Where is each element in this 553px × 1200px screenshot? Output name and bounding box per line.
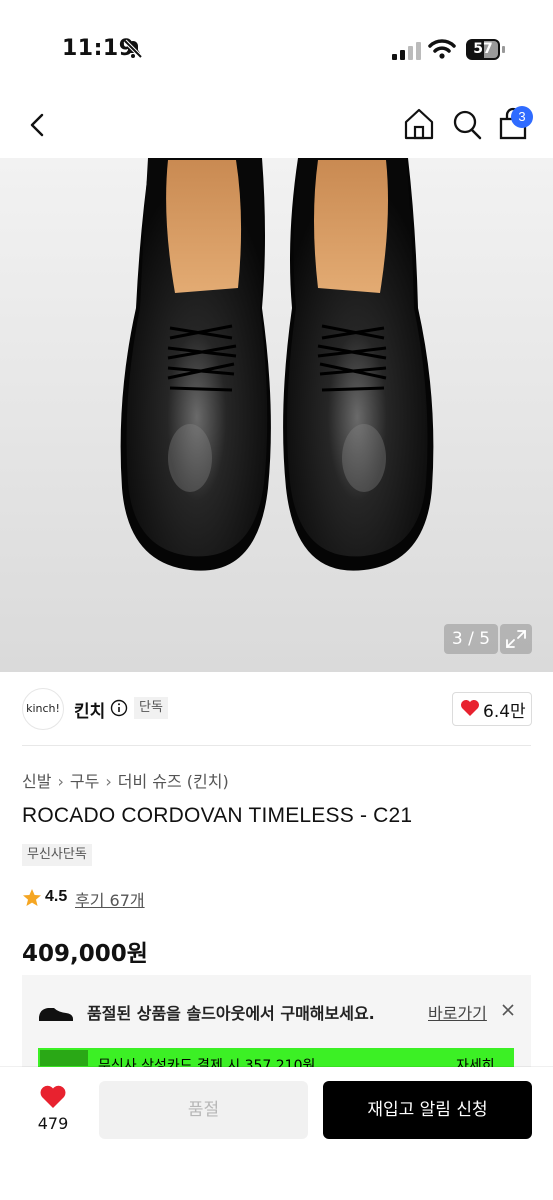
- reviews-link[interactable]: 후기 67개: [75, 887, 145, 911]
- battery-icon: 57: [466, 39, 506, 60]
- soldout-link[interactable]: 바로가기: [428, 1000, 487, 1024]
- favorite-count: 479: [37, 1114, 69, 1133]
- star-icon: [23, 889, 41, 906]
- expand-icon[interactable]: [500, 624, 532, 654]
- breadcrumb-item[interactable]: 구두: [70, 772, 99, 791]
- heart-icon[interactable]: [39, 1084, 67, 1109]
- divider: [22, 745, 531, 746]
- brand-name[interactable]: 킨치: [74, 697, 105, 722]
- breadcrumb-item[interactable]: 더비 슈즈 (킨치): [118, 772, 229, 791]
- image-counter: 3 / 5: [444, 624, 498, 654]
- search-icon[interactable]: [450, 106, 484, 142]
- product-image[interactable]: [0, 158, 553, 672]
- battery-level: 57: [473, 41, 493, 57]
- close-icon[interactable]: [500, 1002, 516, 1018]
- soldout-button[interactable]: 품절: [99, 1081, 308, 1139]
- info-icon[interactable]: [110, 699, 128, 717]
- cellular-signal-icon: [392, 42, 421, 60]
- wifi-icon: [428, 39, 456, 59]
- home-icon[interactable]: [402, 106, 436, 142]
- product-title: ROCADO CORDOVAN TIMELESS - C21: [22, 804, 413, 827]
- restock-alert-button[interactable]: 재입고 알림 신청: [323, 1081, 532, 1139]
- musinsa-exclusive-badge: 무신사단독: [22, 844, 92, 866]
- product-price: 409,000원: [22, 941, 148, 967]
- bell-muted-icon: [123, 39, 143, 59]
- chevron-right-icon: ›: [57, 772, 64, 791]
- breadcrumb: 신발 › 구두 › 더비 슈즈 (킨치): [22, 768, 229, 792]
- exclusive-badge: 단독: [134, 697, 168, 719]
- shoe-illustration: [120, 158, 434, 571]
- cart-count-badge: 3: [511, 106, 533, 128]
- brand-logo[interactable]: kinch!: [22, 688, 64, 730]
- brand-like-count: 6.4만: [483, 702, 526, 722]
- back-arrow-icon[interactable]: [24, 108, 54, 142]
- rating-value: 4.5: [45, 888, 68, 905]
- soldout-banner-text: 품절된 상품을 솔드아웃에서 구매해보세요.: [87, 1004, 375, 1023]
- chevron-right-icon: ›: [105, 772, 112, 791]
- breadcrumb-item[interactable]: 신발: [22, 772, 51, 791]
- heart-icon: [461, 700, 479, 716]
- shoe-icon: [39, 1008, 73, 1021]
- card-thumbnail: [40, 1050, 88, 1066]
